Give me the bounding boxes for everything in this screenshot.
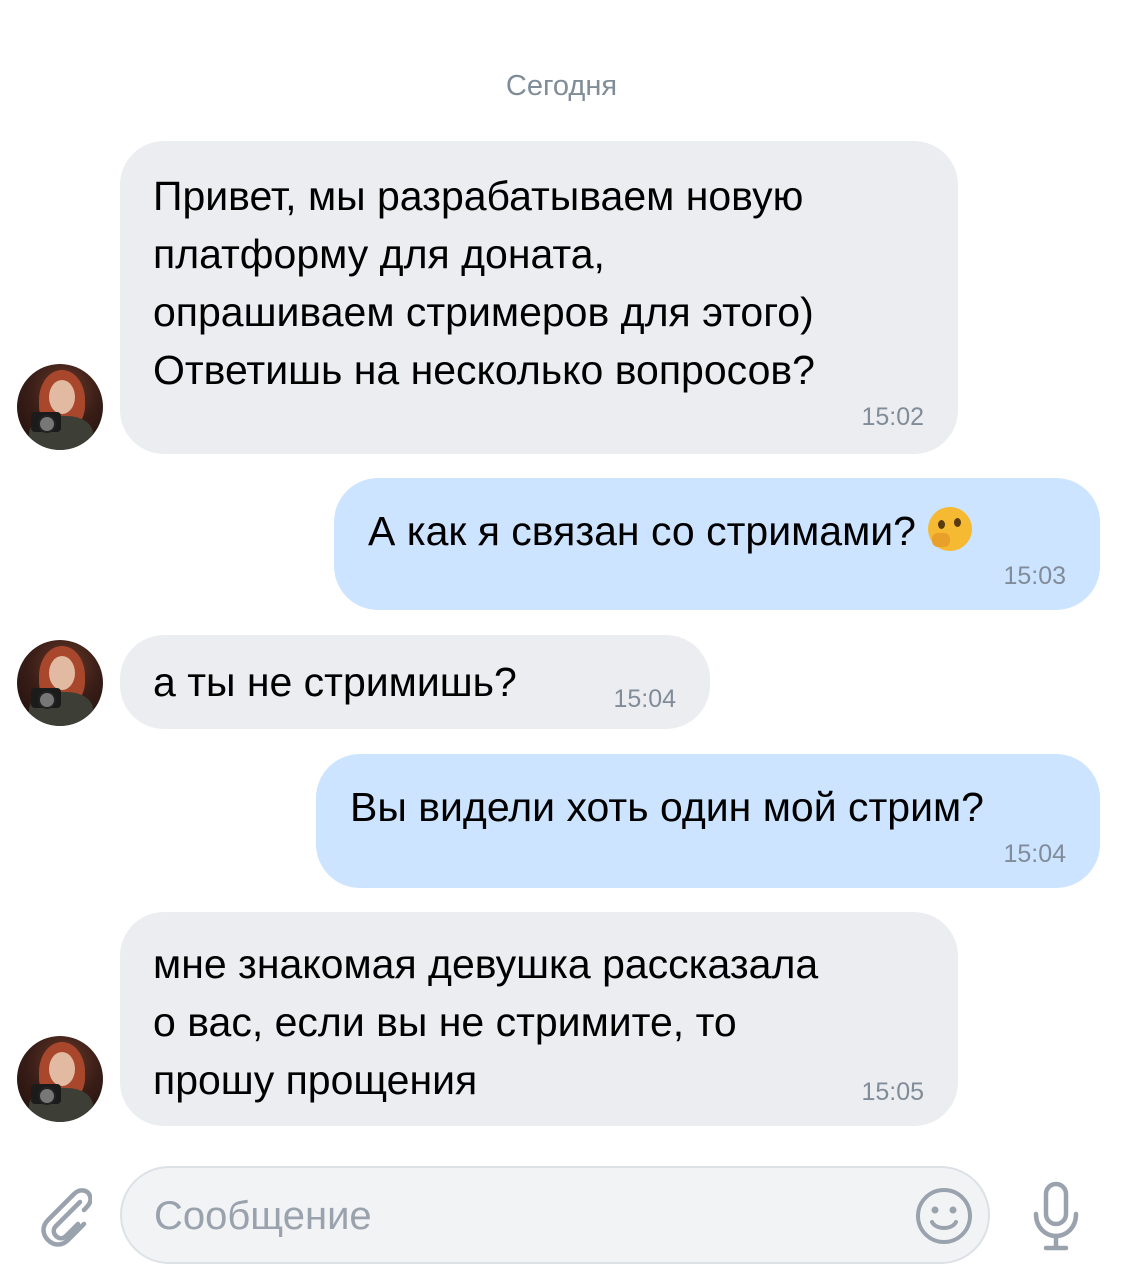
thinking-face-emoji xyxy=(927,507,972,551)
attach-button[interactable] xyxy=(30,1180,93,1250)
message-bubble-incoming[interactable]: а ты не стримишь? 15:04 xyxy=(120,635,710,729)
voice-message-button[interactable] xyxy=(1028,1180,1084,1254)
message-time: 15:04 xyxy=(1003,840,1066,868)
message-text: а ты не стримишь? xyxy=(153,659,517,705)
message-time: 15:05 xyxy=(861,1078,924,1106)
message-bubble-outgoing[interactable]: Вы видели хоть один мой стрим? 15:04 xyxy=(316,754,1100,888)
message-bubble-outgoing[interactable]: А как я связан со стримами? 15:03 xyxy=(334,478,1100,610)
message-text: Привет, мы разрабатываем новую платформу… xyxy=(153,173,815,393)
message-bubble-incoming[interactable]: мне знакомая девушка рассказала о вас, е… xyxy=(120,912,958,1126)
message-text: Вы видели хоть один мой стрим? xyxy=(350,784,984,830)
microphone-icon xyxy=(1033,1181,1079,1251)
message-input[interactable]: Сообщение xyxy=(120,1166,990,1264)
message-text: мне знакомая девушка рассказала о вас, е… xyxy=(153,941,819,1103)
smiley-icon xyxy=(916,1188,972,1244)
date-separator: Сегодня xyxy=(505,70,618,102)
message-bubble-incoming[interactable]: Привет, мы разрабатываем новую платформу… xyxy=(120,141,958,454)
sender-avatar[interactable] xyxy=(17,640,103,726)
message-input-placeholder: Сообщение xyxy=(154,1194,372,1238)
sender-avatar[interactable] xyxy=(17,364,103,450)
message-text-row: А как я связан со стримами? xyxy=(368,502,1066,560)
sender-avatar[interactable] xyxy=(17,1036,103,1122)
message-time: 15:04 xyxy=(613,685,676,713)
emoji-button[interactable] xyxy=(914,1186,974,1246)
paperclip-icon xyxy=(41,1188,93,1247)
message-text: А как я связан со стримами? xyxy=(368,508,916,554)
message-time: 15:02 xyxy=(861,403,924,431)
message-time: 15:03 xyxy=(1003,562,1066,590)
